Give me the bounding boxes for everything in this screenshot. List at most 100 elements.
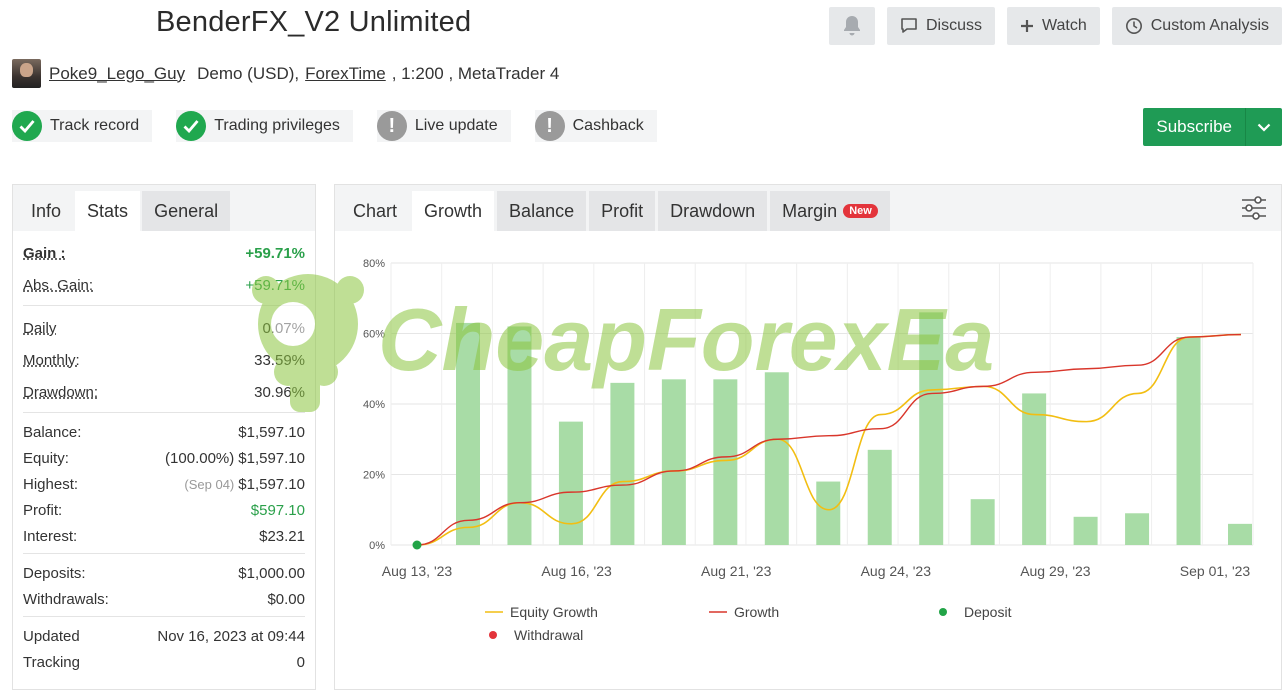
tab-margin-label: Margin [782,200,838,221]
badges-row: Track record Trading privileges ! Live u… [12,110,657,142]
stat-deposits: Deposits: $1,000.00 [23,560,305,586]
bar [1073,516,1098,545]
y-tick-label: 0% [369,540,385,552]
bar [1176,337,1201,545]
avatar[interactable] [12,59,41,88]
bar [456,322,480,545]
stat-label[interactable]: Daily [23,320,56,337]
stat-highest: Highest: (Sep 04) $1,597.10 [23,471,305,497]
x-tick-label: Aug 16, '23 [541,563,612,579]
stat-label[interactable]: Abs. Gain: [23,277,93,294]
stats-panel: Info Stats General Gain : +59.71% Abs. G… [12,184,316,690]
badge-cashback[interactable]: ! Cashback [534,110,657,142]
highest-date: (Sep 04) [184,476,235,492]
x-tick-label: Aug 29, '23 [1020,563,1091,579]
tab-drawdown[interactable]: Drawdown [658,191,768,231]
stats-tabs: Info Stats General [13,185,315,231]
tab-margin[interactable]: Margin New [770,191,890,231]
badge-track-record[interactable]: Track record [12,110,153,142]
stat-value: +59.71% [245,244,305,262]
clock-icon [1125,17,1143,35]
stat-tracking: Tracking 0 [23,649,305,675]
discuss-label: Discuss [925,17,982,34]
stat-interest: Interest: $23.21 [23,523,305,549]
tab-stats[interactable]: Stats [75,191,141,231]
stats-group-meta: Updated Nov 16, 2023 at 09:44 Tracking 0 [23,617,305,679]
bar [1228,523,1252,545]
plus-icon [1020,19,1034,33]
equity-amount: $1,597.10 [238,449,305,467]
page-title: BenderFX_V2 Unlimited [156,6,472,38]
broker-link[interactable]: ForexTime [305,64,386,84]
stat-label: Updated [23,627,80,645]
stat-label: Withdrawals: [23,590,109,608]
stats-list: Gain : +59.71% Abs. Gain: +59.71% Daily … [13,231,315,679]
stat-label[interactable]: Monthly: [23,352,80,369]
chevron-down-icon [1257,123,1271,132]
stat-value: 0.07% [262,319,305,337]
stat-label: Interest: [23,527,78,545]
chart-tabs: Chart Growth Balance Profit Drawdown Mar… [335,185,1281,231]
stat-label: Tracking [23,653,80,671]
stat-withdrawals: Withdrawals: $0.00 [23,586,305,612]
tab-info[interactable]: Info [19,191,73,231]
legend-label: Withdrawal [514,627,583,643]
stat-value: $597.10 [250,501,305,519]
stat-value: 30.96% [254,383,305,401]
stats-group-balance: Balance: $1,597.10 Equity: (100.00%) $1,5… [23,413,305,554]
user-link[interactable]: Poke9_Lego_Guy [49,64,185,84]
leverage-platform: , 1:200 , MetaTrader 4 [391,63,560,83]
new-badge: New [843,204,878,218]
stat-label[interactable]: Drawdown: [23,384,98,401]
stat-value: $1,597.10 [238,423,305,441]
stat-drawdown: Drawdown: 30.96% [23,376,305,408]
custom-analysis-label: Custom Analysis [1150,17,1269,34]
badge-trading-privileges[interactable]: Trading privileges [176,110,353,142]
bar [764,372,789,545]
bar [1022,393,1047,545]
equity-percent: (100.00%) [165,449,235,467]
bar [558,421,583,545]
x-tick-label: Aug 21, '23 [701,563,772,579]
custom-analysis-button[interactable]: Custom Analysis [1111,7,1282,45]
exclamation-circle-icon: ! [376,111,407,141]
stat-abs-gain: Abs. Gain: +59.71% [23,269,305,301]
legend-label: Deposit [964,604,1012,620]
tab-general[interactable]: General [142,191,231,231]
discuss-button[interactable]: Discuss [886,7,995,45]
tab-balance[interactable]: Balance [497,191,587,231]
highest-amount: $1,597.10 [238,475,305,493]
stat-label[interactable]: Gain : [23,245,66,262]
stats-group-gain: Gain : +59.71% Abs. Gain: +59.71% [23,231,305,306]
subscribe-button[interactable]: Subscribe [1143,108,1245,146]
y-tick-label: 40% [363,399,385,411]
stat-label: Deposits: [23,564,86,582]
watch-button[interactable]: Watch [1006,7,1100,45]
stat-gain: Gain : +59.71% [23,237,305,269]
stat-value: +59.71% [245,276,305,294]
stat-value: $23.21 [259,527,305,545]
tab-profit[interactable]: Profit [589,191,656,231]
chart-panel: Chart Growth Balance Profit Drawdown Mar… [334,184,1282,690]
subscribe-dropdown-toggle[interactable] [1245,108,1282,146]
legend-label: Growth [734,604,779,620]
badge-label: Track record [50,117,140,134]
bar [610,382,635,545]
legend-swatch [489,631,497,639]
tab-growth[interactable]: Growth [412,191,495,231]
stat-profit: Profit: $597.10 [23,497,305,523]
subscribe-button-group: Subscribe [1143,108,1282,146]
tab-chart[interactable]: Chart [341,191,409,231]
growth-chart: 0% 20% 40% 60% 80% Aug 13, '23 Aug 16, '23 Aug … [335,231,1281,689]
y-tick-label: 60% [363,329,385,341]
stat-balance: Balance: $1,597.10 [23,419,305,445]
y-tick-label: 20% [363,470,385,482]
chart-settings-button[interactable] [1241,196,1267,220]
notifications-button[interactable] [828,7,875,45]
stats-group-deposits: Deposits: $1,000.00 Withdrawals: $0.00 [23,554,305,617]
badge-live-update[interactable]: ! Live update [376,110,511,142]
badge-label: Cashback [572,117,644,134]
stat-value: (100.00%) $1,597.10 [165,450,305,467]
legend-swatch [939,608,947,616]
watch-label: Watch [1041,17,1087,34]
